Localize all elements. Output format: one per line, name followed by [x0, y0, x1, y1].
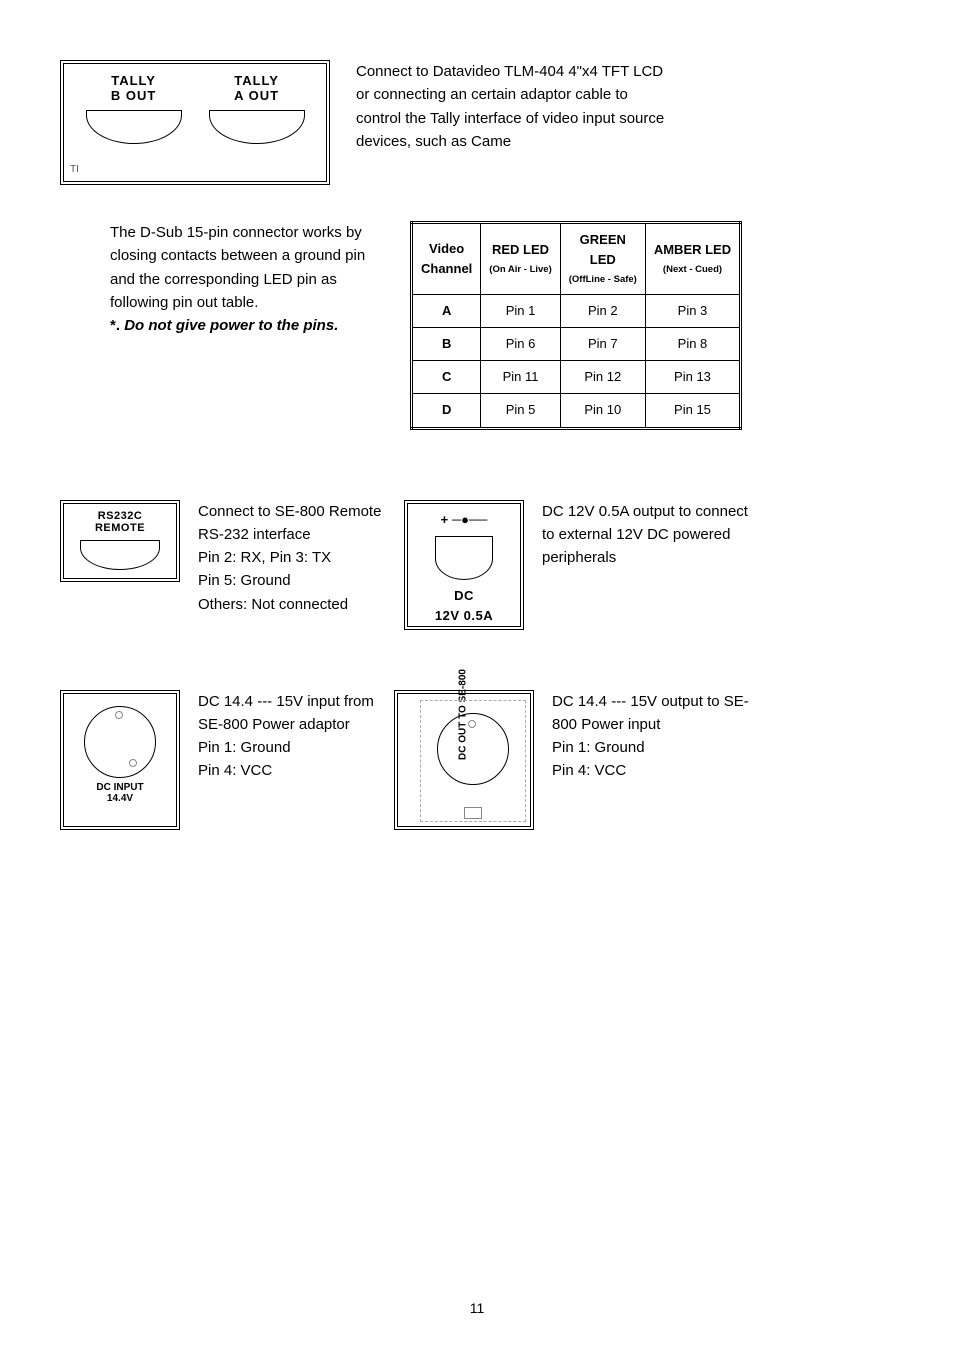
dc-input-diagram: DC INPUT 14.4V	[60, 690, 180, 830]
pinout-table: Video Channel RED LED (On Air - Live) GR…	[410, 221, 742, 430]
dsub-connector-icon	[209, 110, 305, 144]
text: 14.4V	[107, 793, 133, 804]
cell: Pin 5	[481, 394, 560, 428]
text: Pin 2: RX, Pin 3: TX	[198, 546, 398, 569]
text: TALLY	[111, 73, 156, 88]
text: REMOTE	[95, 522, 145, 534]
text: DC 14.4 --- 15V output to SE-800 Power i…	[552, 690, 772, 737]
polarity-icon: + ─●──	[412, 510, 516, 530]
cell: Pin 12	[560, 361, 645, 394]
pinout-text: The D-Sub 15-pin connector works by clos…	[110, 221, 390, 337]
dc-input-description: DC 14.4 --- 15V input from SE-800 Power …	[198, 690, 388, 783]
text: Pin 1: Ground	[552, 736, 772, 759]
tally-section: TALLY B OUT TALLY A OUT TI Connect to Da…	[60, 60, 894, 185]
text: Pin 5: Ground	[198, 569, 398, 592]
dsub-connector-icon	[80, 540, 160, 570]
cell: B	[412, 328, 481, 361]
rs232-diagram: RS232C REMOTE	[60, 500, 180, 582]
text: DC	[454, 588, 474, 603]
ports-row-2: DC INPUT 14.4V DC 14.4 --- 15V input fro…	[60, 690, 894, 830]
cell: C	[412, 361, 481, 394]
cell: D	[412, 394, 481, 428]
xlr-connector-icon	[84, 706, 156, 778]
table-row: C Pin 11 Pin 12 Pin 13	[412, 361, 741, 394]
cell: Pin 11	[481, 361, 560, 394]
dc-out-diagram: DC OUT TO SE-800	[394, 690, 534, 830]
text: A OUT	[234, 88, 279, 103]
text: GREEN	[580, 232, 626, 247]
cell: Pin 13	[645, 361, 740, 394]
text: 12V 0.5A	[435, 608, 493, 623]
th-green-led: GREEN LED (OffLine - Safe)	[560, 223, 645, 295]
tally-diagram: TALLY B OUT TALLY A OUT TI	[60, 60, 330, 185]
ti-label: TI	[70, 162, 79, 178]
warning-line: *. Do not give power to the pins.	[110, 314, 390, 337]
text: DC 14.4 --- 15V input from SE-800 Power …	[198, 690, 388, 737]
dc12-diagram: + ─●── DC 12V 0.5A	[404, 500, 524, 630]
th-amber-led: AMBER LED (Next - Cued)	[645, 223, 740, 295]
dc12-description: DC 12V 0.5A output to connect to externa…	[542, 500, 762, 570]
xlr-connector-icon	[437, 713, 509, 785]
page-number: 11	[470, 1298, 485, 1320]
text: LED	[590, 252, 616, 267]
text: Pin 1: Ground	[198, 736, 388, 759]
text: (OffLine - Safe)	[569, 273, 637, 288]
tally-description: Connect to Datavideo TLM-404 4"x4 TFT LC…	[356, 60, 671, 153]
cell: Pin 15	[645, 394, 740, 428]
th-red-led: RED LED (On Air - Live)	[481, 223, 560, 295]
text: Pin 4: VCC	[552, 759, 772, 782]
tally-a-label: TALLY A OUT	[234, 74, 279, 104]
cell: Pin 6	[481, 328, 560, 361]
rs232-description: Connect to SE-800 Remote RS-232 interfac…	[198, 500, 398, 616]
text: DC INPUT	[96, 782, 143, 793]
text: (On Air - Live)	[489, 263, 551, 278]
text: Connect to SE-800 Remote RS-232 interfac…	[198, 500, 398, 547]
table-row: D Pin 5 Pin 10 Pin 15	[412, 394, 741, 428]
dc-out-description: DC 14.4 --- 15V output to SE-800 Power i…	[552, 690, 772, 783]
cell: Pin 7	[560, 328, 645, 361]
ports-row-1: RS232C REMOTE Connect to SE-800 Remote R…	[60, 500, 894, 630]
cell: Pin 1	[481, 295, 560, 328]
connector-tab-icon	[464, 807, 482, 819]
barrel-connector-icon	[435, 536, 493, 580]
tally-b-label: TALLY B OUT	[111, 74, 156, 104]
text: Others: Not connected	[198, 593, 398, 616]
cell: Pin 8	[645, 328, 740, 361]
text: TALLY	[234, 73, 279, 88]
text: RED LED	[492, 242, 549, 257]
table-row: B Pin 6 Pin 7 Pin 8	[412, 328, 741, 361]
text: (Next - Cued)	[654, 263, 731, 278]
cell: Pin 2	[560, 295, 645, 328]
cell: Pin 10	[560, 394, 645, 428]
text: Pin 4: VCC	[198, 759, 388, 782]
text: *.	[110, 317, 124, 334]
cell: A	[412, 295, 481, 328]
pinout-section: The D-Sub 15-pin connector works by clos…	[60, 221, 894, 430]
dsub-connector-icon	[86, 110, 182, 144]
th-video-channel: Video Channel	[412, 223, 481, 295]
cell: Pin 3	[645, 295, 740, 328]
text: AMBER LED	[654, 242, 731, 257]
paragraph: The D-Sub 15-pin connector works by clos…	[110, 221, 390, 314]
warning-text: Do not give power to the pins.	[124, 317, 338, 334]
text: RS232C	[98, 510, 143, 522]
text: B OUT	[111, 88, 156, 103]
table-row: A Pin 1 Pin 2 Pin 3	[412, 295, 741, 328]
